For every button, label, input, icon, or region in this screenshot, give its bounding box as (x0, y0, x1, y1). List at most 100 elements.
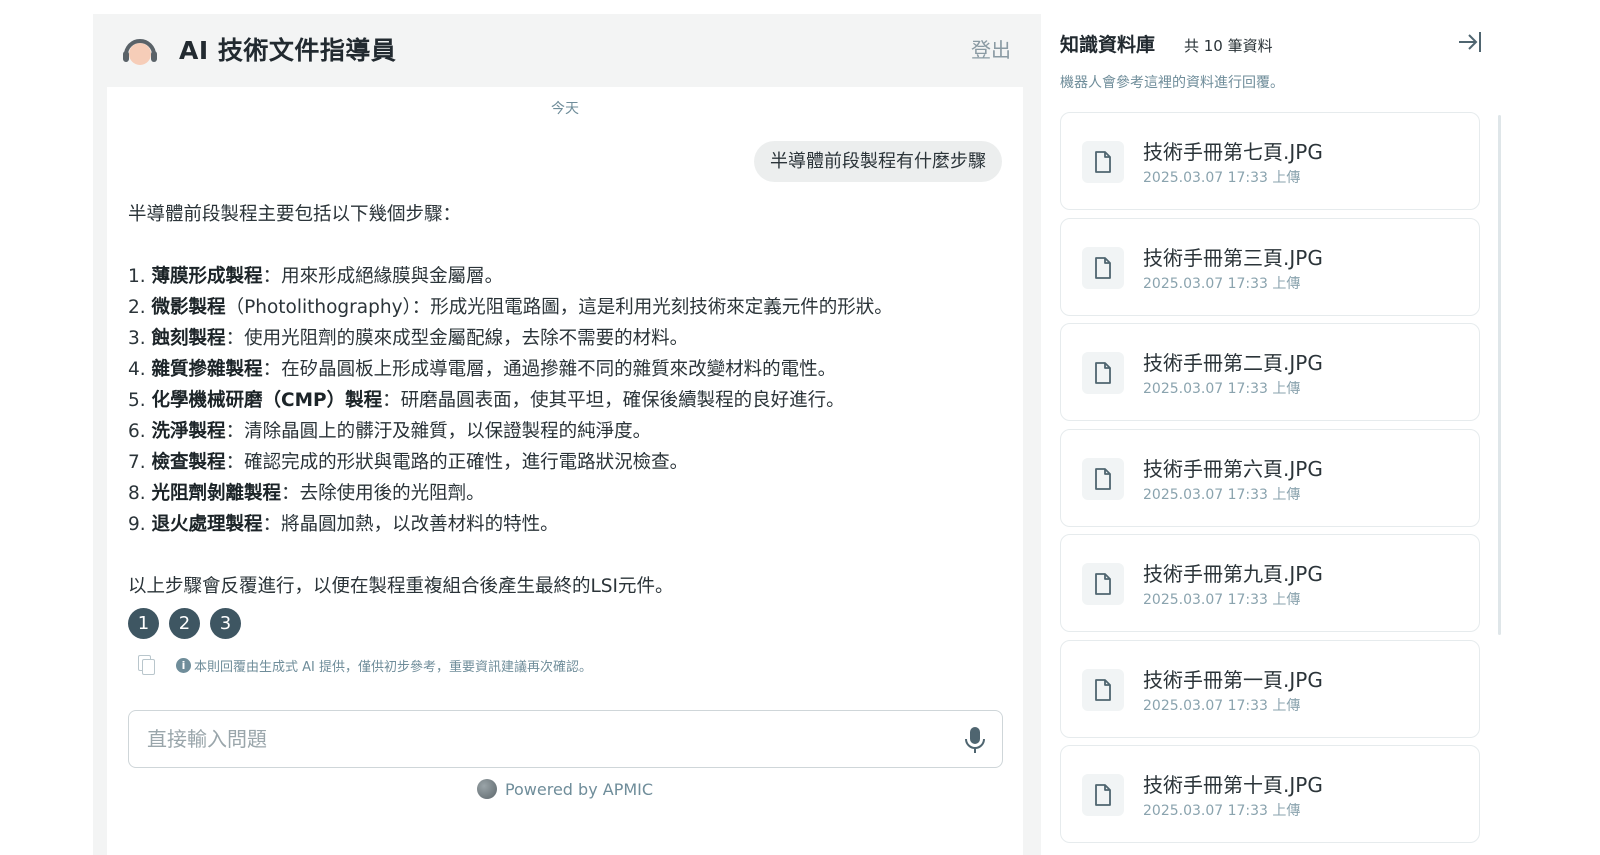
file-icon (1095, 256, 1111, 279)
question-input[interactable] (147, 723, 927, 755)
step-term: 洗淨製程 (151, 421, 226, 442)
step-term: 雜質摻雜製程 (151, 359, 263, 380)
answer-step: 9. 退火處理製程：將晶圓加熱，以改善材料的特性。 (128, 509, 998, 540)
file-name: 技術手冊第一頁.JPG (1143, 667, 1323, 692)
file-upload-date: 2025.03.07 17:33 上傳 (1143, 592, 1301, 608)
reference-badge[interactable]: 2 (169, 608, 200, 639)
answer-intro: 半導體前段製程主要包括以下幾個步驟： (128, 204, 462, 225)
date-divider: 今天 (551, 101, 579, 117)
file-icon-container (1082, 352, 1124, 394)
file-name: 技術手冊第六頁.JPG (1143, 456, 1323, 481)
apmic-logo-icon (476, 779, 497, 799)
kb-file-item[interactable]: 技術手冊第一頁.JPG 2025.03.07 17:33 上傳 (1060, 639, 1480, 738)
step-number: 7. (128, 452, 146, 473)
powered-by: Powered by APMIC (107, 779, 1023, 799)
answer-step: 4. 雜質摻雜製程：在矽晶圓板上形成導電層，通過摻雜不同的雜質來改變材料的電性。 (128, 354, 998, 385)
kb-file-item[interactable]: 技術手冊第二頁.JPG 2025.03.07 17:33 上傳 (1060, 323, 1480, 421)
file-icon (1095, 467, 1111, 490)
file-icon (1095, 573, 1111, 595)
file-name: 技術手冊第三頁.JPG (1143, 245, 1323, 270)
answer-step: 3. 蝕刻製程：使用光阻劑的膜來成型金屬配線，去除不需要的材料。 (128, 323, 998, 354)
step-description: ：確認完成的形狀與電路的正確性，進行電路狀況檢查。 (225, 452, 689, 473)
logout-button[interactable]: 登出 (971, 34, 1011, 63)
kb-subtitle: 機器人會參考這裡的資料進行回覆。 (1060, 75, 1284, 91)
kb-file-item[interactable]: 技術手冊第十頁.JPG 2025.03.07 17:33 上傳 (1060, 745, 1480, 843)
headset-logo-icon (123, 39, 157, 65)
kb-file-item[interactable]: 技術手冊第三頁.JPG 2025.03.07 17:33 上傳 (1060, 217, 1480, 316)
step-number: 5. (128, 390, 146, 411)
powered-by-text: Powered by APMIC (504, 779, 654, 799)
microphone-icon[interactable] (964, 726, 986, 754)
step-number: 1. (128, 266, 146, 287)
file-upload-date: 2025.03.07 17:33 上傳 (1143, 697, 1301, 714)
collapse-panel-icon[interactable] (1457, 29, 1483, 55)
step-number: 2. (128, 297, 146, 318)
app-title: AI 技術文件指導員 (179, 36, 397, 65)
file-name: 技術手冊第九頁.JPG (1143, 562, 1323, 586)
kb-file-item[interactable]: 技術手冊第七頁.JPG 2025.03.07 17:33 上傳 (1060, 112, 1480, 210)
info-icon: i (176, 657, 191, 673)
step-number: 3. (128, 328, 146, 349)
kb-scrollbar[interactable] (1498, 115, 1501, 635)
ai-disclaimer: 本則回覆由生成式 AI 提供，僅供初步參考，重要資訊建議再次確認。 (194, 659, 592, 675)
knowledge-base-panel: 知識資料庫 共 10 筆資料 機器人會參考這裡的資料進行回覆。 技術手冊第七頁.… (1060, 0, 1600, 855)
step-term: 退火處理製程 (151, 514, 263, 535)
answer-outro: 以上步驟會反覆進行，以便在製程重複組合後產生最終的LSI元件。 (128, 576, 674, 597)
step-term: 蝕刻製程 (151, 328, 226, 349)
reference-badges: 123 (128, 608, 241, 639)
step-description: ：將晶圓加熱，以改善材料的特性。 (262, 514, 559, 535)
answer-step: 5. 化學機械研磨（CMP）製程：研磨晶圓表面，使其平坦，確保後續製程的良好進行… (128, 385, 998, 416)
file-name: 技術手冊第二頁.JPG (1143, 351, 1323, 375)
step-description: ：在矽晶圓板上形成導電層，通過摻雜不同的雜質來改變材料的電性。 (262, 359, 837, 380)
file-icon-container (1082, 563, 1124, 605)
chat-panel: AI 技術文件指導員 登出 今天 半導體前段製程有什麼步驟 半導體前段製程主要包… (93, 14, 1041, 855)
file-upload-date: 2025.03.07 17:33 上傳 (1143, 486, 1301, 503)
file-icon (1095, 151, 1111, 173)
assistant-answer: 半導體前段製程主要包括以下幾個步驟： 1. 薄膜形成製程：用來形成絕緣膜與金屬層… (128, 199, 998, 602)
kb-count: 共 10 筆資料 (1184, 37, 1273, 55)
file-upload-date: 2025.03.07 17:33 上傳 (1143, 803, 1301, 819)
answer-steps-list: 1. 薄膜形成製程：用來形成絕緣膜與金屬層。 2. 微影製程（Photolitho… (128, 261, 998, 540)
step-term: 化學機械研磨（CMP）製程 (151, 390, 383, 411)
step-description: ：去除使用後的光阻劑。 (281, 483, 485, 504)
answer-step: 1. 薄膜形成製程：用來形成絕緣膜與金屬層。 (128, 261, 998, 292)
step-term: 微影製程 (151, 297, 226, 318)
step-number: 8. (128, 483, 146, 504)
kb-file-item[interactable]: 技術手冊第六頁.JPG 2025.03.07 17:33 上傳 (1060, 428, 1480, 527)
file-icon-container (1082, 774, 1124, 816)
file-upload-date: 2025.03.07 17:33 上傳 (1143, 170, 1301, 186)
file-icon-container (1082, 141, 1124, 183)
step-number: 4. (128, 359, 146, 380)
answer-meta-row: i 本則回覆由生成式 AI 提供，僅供初步參考，重要資訊建議再次確認。 (136, 655, 592, 675)
chat-header: AI 技術文件指導員 登出 (93, 14, 1041, 87)
kb-file-item[interactable]: 技術手冊第九頁.JPG 2025.03.07 17:33 上傳 (1060, 534, 1480, 632)
step-term: 光阻劑剝離製程 (151, 483, 282, 504)
file-icon-container (1082, 246, 1124, 289)
copy-icon[interactable] (136, 655, 155, 675)
file-icon (1095, 784, 1111, 806)
file-icon-container (1082, 668, 1124, 711)
step-description: ：使用光阻劑的膜來成型金屬配線，去除不需要的材料。 (225, 328, 689, 349)
chat-conversation: 今天 半導體前段製程有什麼步驟 半導體前段製程主要包括以下幾個步驟： 1. 薄膜… (107, 87, 1023, 855)
file-name: 技術手冊第七頁.JPG (1143, 140, 1323, 164)
reference-badge[interactable]: 3 (210, 608, 241, 639)
file-name: 技術手冊第十頁.JPG (1143, 773, 1323, 797)
file-upload-date: 2025.03.07 17:33 上傳 (1143, 381, 1301, 397)
step-description: ：研磨晶圓表面，使其平坦，確保後續製程的良好進行。 (382, 390, 845, 411)
file-icon-container (1082, 457, 1124, 500)
reference-badge[interactable]: 1 (128, 608, 159, 639)
file-upload-date: 2025.03.07 17:33 上傳 (1143, 275, 1301, 292)
step-number: 9. (128, 514, 146, 535)
step-description: ：清除晶圓上的髒汙及雜質，以保證製程的純淨度。 (225, 421, 652, 442)
answer-step: 2. 微影製程（Photolithography）：形成光阻電路圖，這是利用光刻… (128, 292, 998, 323)
file-icon (1095, 678, 1111, 701)
user-message-bubble: 半導體前段製程有什麼步驟 (754, 141, 1002, 182)
answer-step: 6. 洗淨製程：清除晶圓上的髒汙及雜質，以保證製程的純淨度。 (128, 416, 998, 447)
kb-title: 知識資料庫 (1060, 34, 1156, 56)
step-number: 6. (128, 421, 146, 442)
step-term: 薄膜形成製程 (151, 266, 263, 287)
answer-step: 8. 光阻劑剝離製程：去除使用後的光阻劑。 (128, 478, 998, 509)
answer-step: 7. 檢查製程：確認完成的形狀與電路的正確性，進行電路狀況檢查。 (128, 447, 998, 478)
file-icon (1095, 362, 1111, 384)
step-term: 檢查製程 (151, 452, 226, 473)
